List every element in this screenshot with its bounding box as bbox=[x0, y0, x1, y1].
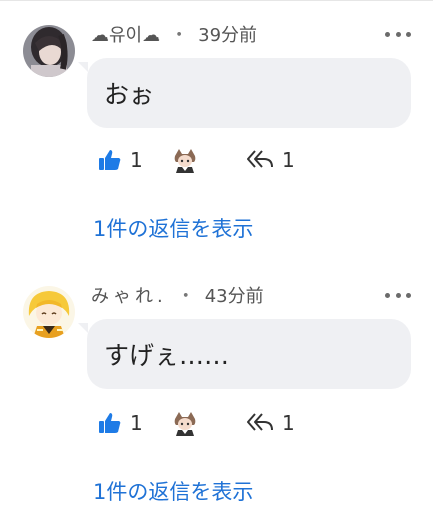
top-divider bbox=[0, 0, 433, 1]
reply-count: 1 bbox=[282, 148, 295, 172]
reply-icon bbox=[247, 413, 273, 431]
bubble-tail bbox=[78, 323, 88, 333]
comment-bubble: おぉ bbox=[87, 58, 411, 128]
view-replies-link[interactable]: 1件の返信を表示 bbox=[93, 476, 253, 506]
author-name[interactable]: ☁유이☁ bbox=[91, 21, 160, 47]
comment-text: すげぇ…… bbox=[104, 341, 230, 370]
like-button[interactable]: 1 bbox=[98, 408, 143, 438]
separator: ・ bbox=[170, 25, 189, 46]
comment-bubble: すげぇ…… bbox=[87, 319, 411, 389]
separator: ・ bbox=[176, 286, 195, 307]
comment-text: おぉ bbox=[104, 80, 155, 109]
creator-heart-avatar-icon bbox=[173, 148, 197, 173]
more-icon[interactable] bbox=[385, 24, 411, 44]
comment-header: ☁유이☁ ・ 39分前 bbox=[91, 22, 257, 46]
comment-actions: 1 1 bbox=[98, 145, 418, 175]
avatar[interactable] bbox=[23, 286, 75, 338]
timestamp: 39分前 bbox=[198, 25, 258, 46]
more-icon[interactable] bbox=[385, 285, 411, 305]
reply-button[interactable]: 1 bbox=[246, 408, 295, 438]
creator-heart-avatar-icon bbox=[173, 411, 197, 436]
author-name[interactable]: みゃれ. bbox=[91, 282, 167, 308]
like-button[interactable]: 1 bbox=[98, 145, 143, 175]
like-count: 1 bbox=[130, 411, 143, 435]
like-count: 1 bbox=[130, 148, 143, 172]
avatar[interactable] bbox=[23, 25, 75, 77]
creator-heart-avatar bbox=[172, 408, 198, 438]
creator-heart-avatar bbox=[172, 145, 198, 175]
view-replies-link[interactable]: 1件の返信を表示 bbox=[93, 213, 253, 243]
timestamp: 43分前 bbox=[204, 286, 264, 307]
thumbs-up-icon bbox=[99, 413, 121, 433]
thumbs-up-icon bbox=[99, 150, 121, 170]
reply-icon bbox=[247, 150, 273, 168]
reply-button[interactable]: 1 bbox=[246, 145, 295, 175]
bubble-tail bbox=[78, 62, 88, 72]
reply-count: 1 bbox=[282, 411, 295, 435]
comment-header: みゃれ. ・ 43分前 bbox=[91, 283, 264, 307]
comment-actions: 1 1 bbox=[98, 408, 418, 438]
